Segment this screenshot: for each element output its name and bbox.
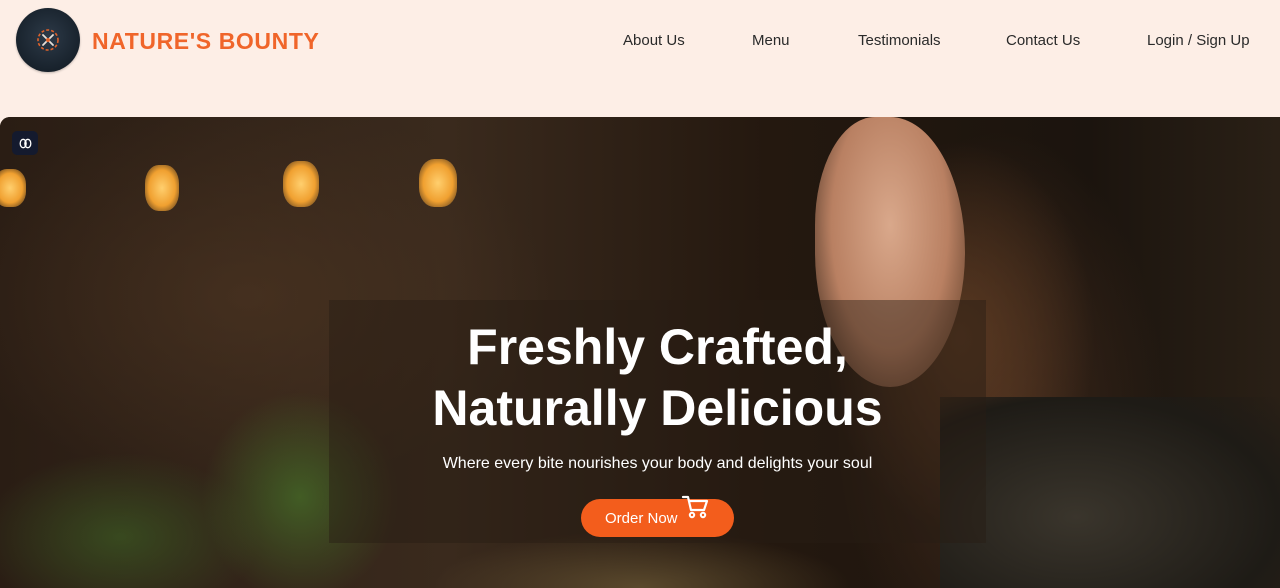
brain-icon[interactable]	[12, 131, 38, 155]
shopping-cart-icon	[681, 495, 709, 519]
site-header: NATURE'S BOUNTY About Us Menu Testimonia…	[0, 0, 1280, 117]
hero-title-line-2: Naturally Delicious	[432, 380, 883, 436]
hero-title-line-1: Freshly Crafted,	[467, 319, 848, 375]
nav-about-us[interactable]: About Us	[623, 32, 685, 49]
order-now-button[interactable]: Order Now	[581, 495, 734, 537]
bokeh-light	[419, 159, 457, 207]
bokeh-light	[0, 169, 26, 207]
brand-name[interactable]: NATURE'S BOUNTY	[92, 28, 319, 55]
crossed-utensils-wreath-icon	[37, 29, 59, 51]
nav-login-signup[interactable]: Login / Sign Up	[1147, 32, 1250, 49]
hero-woman-sweater	[940, 397, 1280, 588]
order-now-label: Order Now	[605, 510, 678, 527]
hero-title: Freshly Crafted, Naturally Delicious	[329, 317, 986, 439]
logo[interactable]	[16, 8, 80, 72]
bokeh-light	[145, 165, 179, 211]
hero-section: Freshly Crafted, Naturally Delicious Whe…	[0, 117, 1280, 588]
nav-contact-us[interactable]: Contact Us	[1006, 32, 1080, 49]
nav-menu[interactable]: Menu	[752, 32, 790, 49]
bokeh-light	[283, 161, 319, 207]
nav-testimonials[interactable]: Testimonials	[858, 32, 941, 49]
hero-subtitle: Where every bite nourishes your body and…	[442, 455, 873, 472]
